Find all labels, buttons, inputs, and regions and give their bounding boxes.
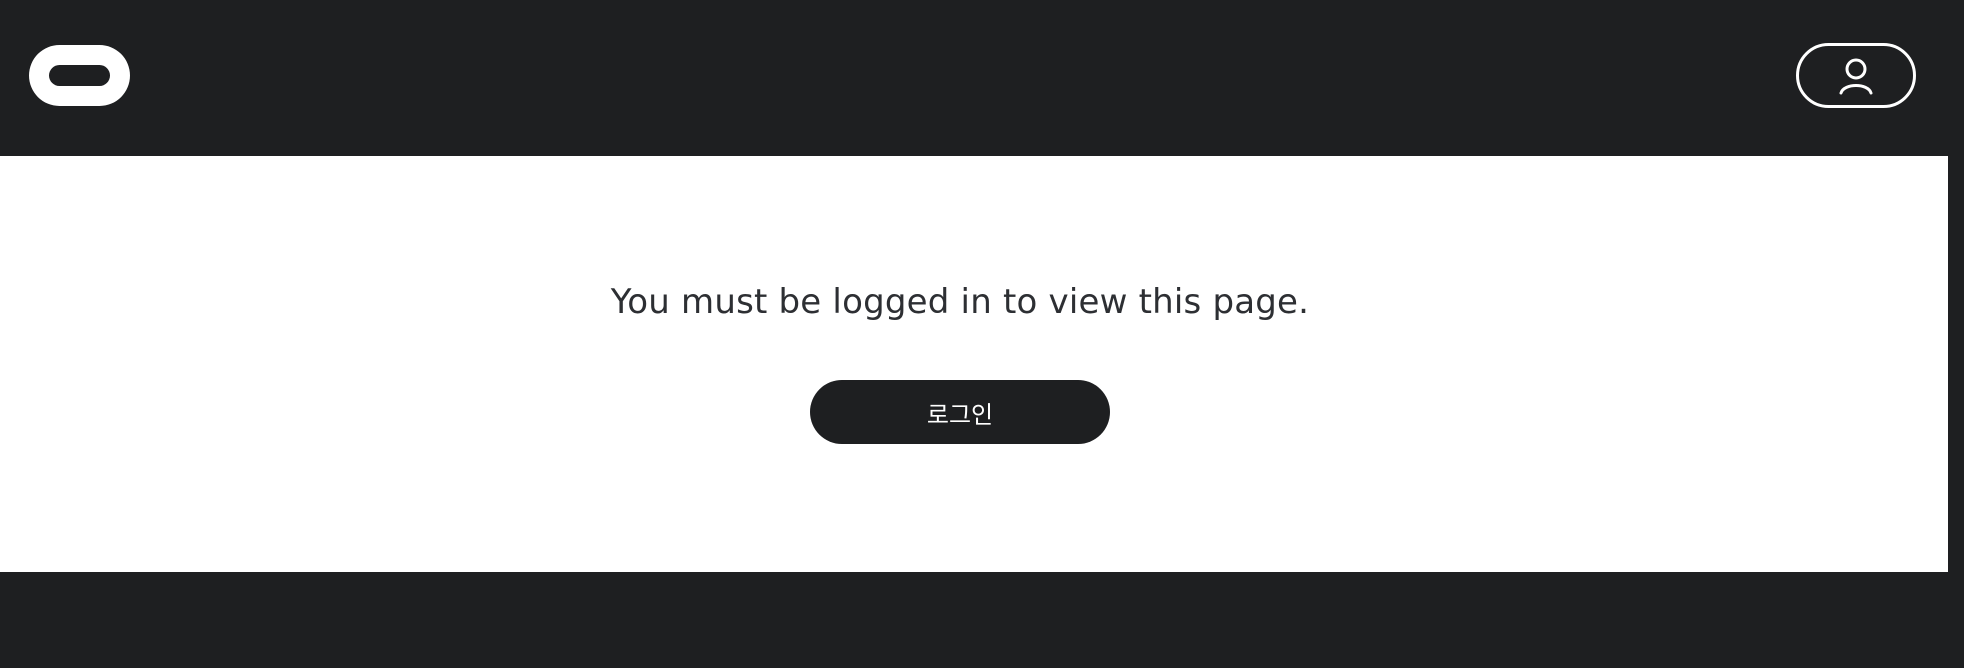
- top-navigation-bar: [0, 0, 1964, 156]
- vr-headset-logo-icon: [29, 45, 130, 106]
- main-content: You must be logged in to view this page.…: [0, 156, 1948, 572]
- login-required-message: You must be logged in to view this page.: [610, 282, 1310, 322]
- account-button[interactable]: [1796, 43, 1916, 108]
- page: You must be logged in to view this page.…: [0, 0, 1964, 668]
- logo-link[interactable]: [29, 45, 130, 106]
- user-profile-icon: [1839, 58, 1873, 94]
- footer: [0, 572, 1964, 668]
- login-button[interactable]: 로그인: [810, 380, 1110, 444]
- login-button-label: 로그인: [926, 400, 994, 429]
